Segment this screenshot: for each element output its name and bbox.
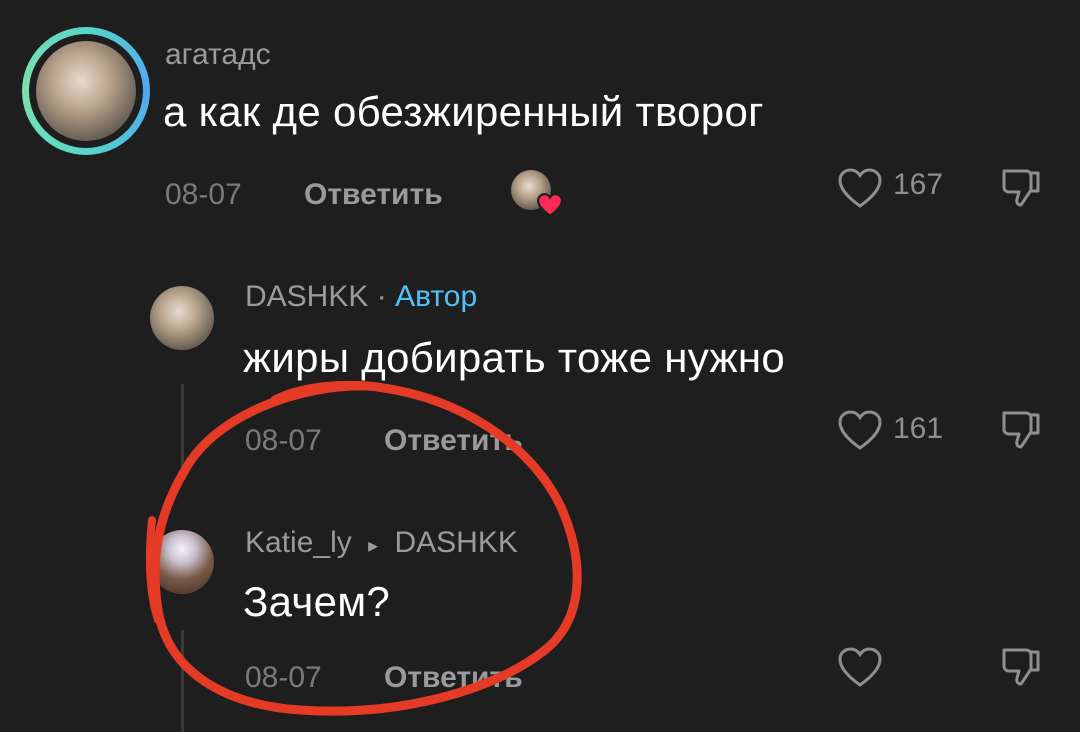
reply-arrow-icon: ▸ xyxy=(368,535,379,557)
comment-text: жиры добирать тоже нужно xyxy=(243,334,786,381)
thumbs-down-icon[interactable] xyxy=(996,405,1044,453)
heart-icon[interactable] xyxy=(836,645,884,689)
thread-line xyxy=(181,384,184,470)
separator: · xyxy=(376,280,387,313)
comment-date: 08-07 xyxy=(245,661,322,694)
heart-icon[interactable] xyxy=(836,166,884,210)
like-count: 161 xyxy=(893,412,944,445)
reply-button[interactable]: Ответить xyxy=(304,178,443,212)
avatar[interactable] xyxy=(150,530,214,594)
like-count: 167 xyxy=(893,168,944,201)
comment-username: DASHKK · Автор xyxy=(245,280,477,314)
comment-text: а как де обезжиренный творог xyxy=(163,88,764,135)
heart-badge-icon xyxy=(537,193,563,217)
comment-date: 08-07 xyxy=(165,178,242,211)
comment-date: 08-07 xyxy=(245,424,322,457)
avatar[interactable] xyxy=(36,41,136,141)
thumbs-down-icon[interactable] xyxy=(996,642,1044,690)
username-link[interactable]: Katie_ly xyxy=(245,526,352,559)
comment-text: Зачем? xyxy=(243,578,391,625)
heart-icon[interactable] xyxy=(836,408,884,452)
avatar[interactable] xyxy=(150,286,214,350)
thread-line xyxy=(181,630,184,732)
thumbs-down-icon[interactable] xyxy=(996,163,1044,211)
comment-username: Katie_ly ▸ DASHKK xyxy=(245,526,518,560)
reply-to-link[interactable]: DASHKK xyxy=(394,526,517,559)
username-link[interactable]: DASHKK xyxy=(245,280,368,313)
reply-button[interactable]: Ответить xyxy=(384,424,523,458)
comment-username[interactable]: агатадс xyxy=(165,38,271,72)
author-badge: Автор xyxy=(395,280,478,313)
reply-button[interactable]: Ответить xyxy=(384,661,523,695)
